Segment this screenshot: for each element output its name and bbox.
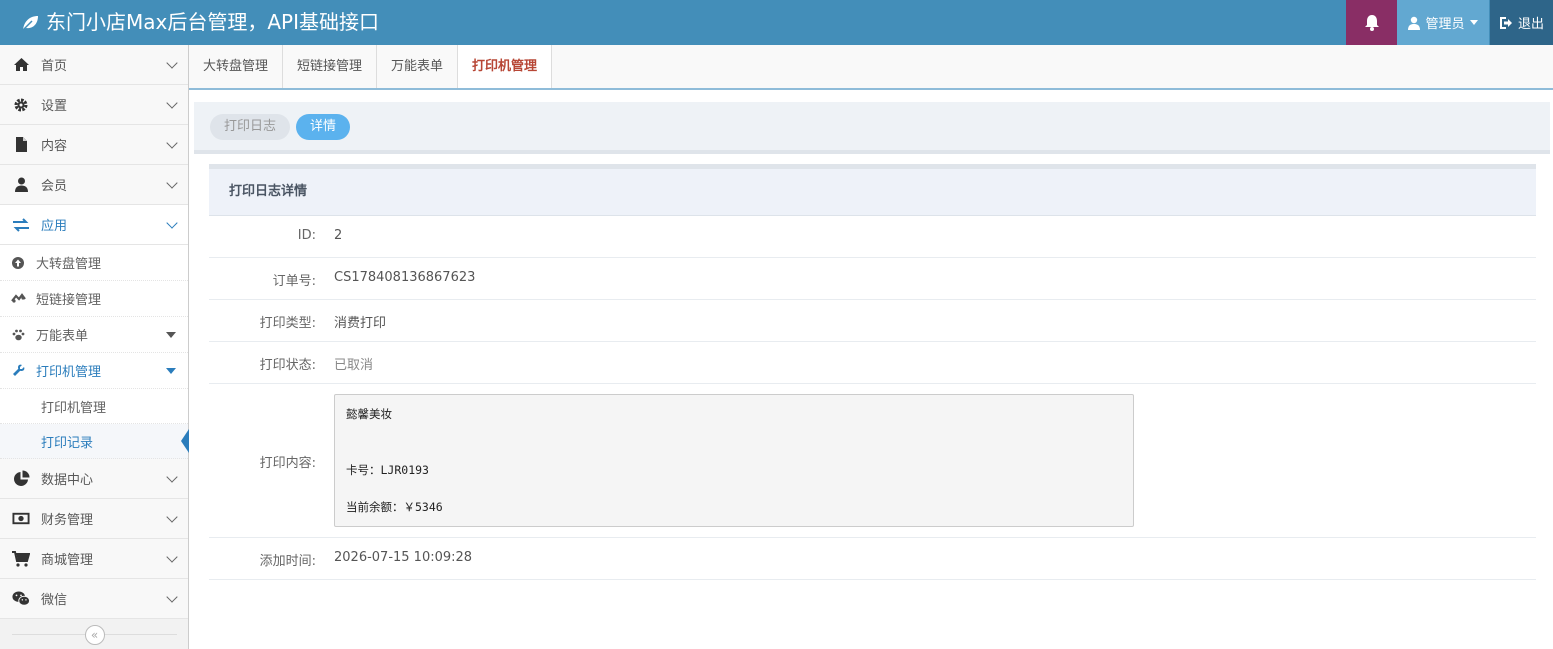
wrench-icon xyxy=(10,363,26,379)
sidebar-item-settings[interactable]: 设置 xyxy=(0,85,188,125)
sidebar-subitem-label: 打印机管理 xyxy=(36,365,102,380)
sidebar-item-shop[interactable]: 商城管理 xyxy=(0,539,188,579)
sidebar-collapse-bar: « xyxy=(0,621,189,649)
tab-forms[interactable]: 万能表单 xyxy=(377,45,459,88)
chevron-down-icon xyxy=(166,217,178,229)
paw-icon xyxy=(10,327,26,343)
chevron-down-icon xyxy=(166,591,178,603)
module-tabs: 大转盘管理 短链接管理 万能表单 打印机管理 xyxy=(189,45,1553,90)
user-icon xyxy=(12,176,30,194)
active-marker xyxy=(181,429,189,453)
sidebar-item-label: 内容 xyxy=(41,139,68,154)
field-label: 打印内容: xyxy=(259,456,316,471)
chevron-down-icon xyxy=(166,471,178,483)
field-label: 打印类型: xyxy=(259,316,316,331)
field-label: ID: xyxy=(297,228,316,243)
bell-icon xyxy=(1364,15,1379,31)
print-log-tab[interactable]: 打印日志 xyxy=(210,114,291,140)
sign-out-icon xyxy=(1499,16,1512,29)
caret-down-icon xyxy=(1469,20,1478,25)
user-icon xyxy=(1408,16,1421,30)
caret-down-icon xyxy=(166,332,176,338)
money-icon xyxy=(12,510,30,528)
double-angle-left-icon[interactable]: « xyxy=(84,625,105,645)
field-label: 添加时间: xyxy=(259,554,316,569)
caret-down-icon xyxy=(166,368,176,374)
field-label: 订单号: xyxy=(272,274,316,289)
field-value: 消费打印 xyxy=(334,316,387,331)
sidebar-item-label: 微信 xyxy=(41,593,68,608)
sidebar-subitem-shortlink[interactable]: 短链接管理 xyxy=(0,281,188,317)
user-menu-button[interactable]: 管理员 xyxy=(1397,0,1489,45)
tab-wheel[interactable]: 大转盘管理 xyxy=(189,45,284,88)
field-label: 打印状态: xyxy=(259,358,316,373)
home-icon xyxy=(12,56,30,74)
print-content-textarea[interactable]: 懿馨美妆 卡号：LJR0193 当前余额：￥5346 xyxy=(334,394,1134,527)
exchange-icon xyxy=(12,216,30,234)
chevron-down-icon xyxy=(166,57,178,69)
sidebar-item-content[interactable]: 内容 xyxy=(0,125,188,165)
brand[interactable]: 东门小店Max后台管理，API基础接口 xyxy=(20,0,379,45)
file-icon xyxy=(12,136,30,154)
sidebar-item-label: 商城管理 xyxy=(41,553,94,568)
brand-title: 东门小店Max后台管理，API基础接口 xyxy=(46,10,379,34)
sidebar-item-label: 会员 xyxy=(41,179,68,194)
detail-row-order-no: 订单号: CS178408136867623 xyxy=(209,258,1536,300)
sidebar-subsubitem-label: 打印机管理 xyxy=(41,400,107,416)
sidebar-item-home[interactable]: 首页 xyxy=(0,45,188,85)
tab-shortlink[interactable]: 短链接管理 xyxy=(283,45,378,88)
sidebar-item-data-center[interactable]: 数据中心 xyxy=(0,459,188,499)
sidebar-subitem-wheel[interactable]: 大转盘管理 xyxy=(0,245,188,281)
pie-chart-icon xyxy=(12,470,30,488)
detail-tab[interactable]: 详情 xyxy=(296,114,351,140)
wechat-icon xyxy=(12,590,30,608)
chevron-down-icon xyxy=(166,551,178,563)
sidebar-item-label: 数据中心 xyxy=(41,473,94,488)
chevron-down-icon xyxy=(166,511,178,523)
sidebar: 首页 设置 内容 会员 应用 大转盘管理 短链接管理 万能表单 打印机管理 打印… xyxy=(0,45,189,649)
detail-row-print-content: 打印内容: 懿馨美妆 卡号：LJR0193 当前余额：￥5346 xyxy=(209,384,1536,538)
sidebar-item-label: 财务管理 xyxy=(41,513,94,528)
detail-row-print-status: 打印状态: 已取消 xyxy=(209,342,1536,384)
sidebar-subitem-label: 短链接管理 xyxy=(36,293,102,308)
logout-button[interactable]: 退出 xyxy=(1490,0,1553,45)
link-icon xyxy=(10,291,26,307)
sidebar-item-apps[interactable]: 应用 xyxy=(0,205,188,245)
detail-row-id: ID: 2 xyxy=(209,216,1536,258)
sidebar-subsubitem-print-records[interactable]: 打印记录 xyxy=(0,424,189,459)
gear-icon xyxy=(12,96,30,114)
sidebar-subitem-forms[interactable]: 万能表单 xyxy=(0,317,188,353)
detail-row-print-type: 打印类型: 消费打印 xyxy=(209,300,1536,342)
field-value: 2 xyxy=(334,228,343,243)
tab-printer[interactable]: 打印机管理 xyxy=(458,45,553,88)
panel-title: 打印日志详情 xyxy=(209,169,1536,216)
sidebar-subsubitem-printer-manage[interactable]: 打印机管理 xyxy=(0,389,188,424)
sidebar-item-member[interactable]: 会员 xyxy=(0,165,188,205)
sidebar-subitem-label: 万能表单 xyxy=(36,329,89,344)
chevron-down-icon xyxy=(166,137,178,149)
notification-button[interactable] xyxy=(1346,0,1397,45)
leaf-icon xyxy=(22,15,38,31)
sidebar-item-label: 应用 xyxy=(41,219,68,234)
arrow-up-circle-icon xyxy=(10,255,26,271)
field-value: 已取消 xyxy=(334,358,374,373)
chevron-down-icon xyxy=(166,97,178,109)
chevron-down-icon xyxy=(166,177,178,189)
sidebar-item-finance[interactable]: 财务管理 xyxy=(0,499,188,539)
detail-row-added-time: 添加时间: 2026-07-15 10:09:28 xyxy=(209,538,1536,580)
sidebar-item-wechat[interactable]: 微信 xyxy=(0,579,188,619)
sidebar-subitem-label: 大转盘管理 xyxy=(36,257,102,272)
user-name: 管理员 xyxy=(1425,17,1465,32)
sidebar-item-label: 设置 xyxy=(41,99,68,114)
sidebar-subsubitem-label: 打印记录 xyxy=(41,435,94,451)
field-value: 2026-07-15 10:09:28 xyxy=(334,550,473,565)
top-navbar: 东门小店Max后台管理，API基础接口 管理员 退出 xyxy=(0,0,1553,45)
logout-label: 退出 xyxy=(1517,17,1544,32)
cart-icon xyxy=(12,550,30,568)
sidebar-item-label: 首页 xyxy=(41,59,68,74)
subtabs-bar: 打印日志 详情 xyxy=(194,102,1550,154)
field-value: CS178408136867623 xyxy=(334,270,476,285)
sidebar-subitem-printer[interactable]: 打印机管理 xyxy=(0,353,188,389)
